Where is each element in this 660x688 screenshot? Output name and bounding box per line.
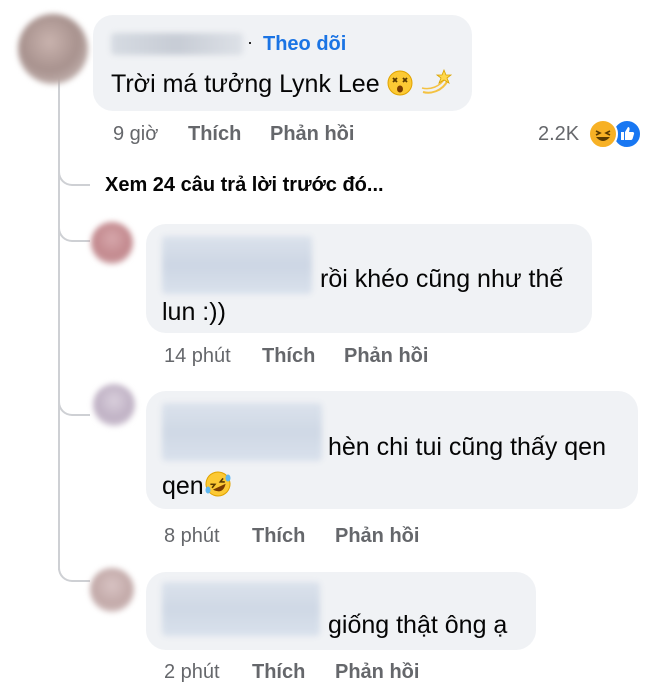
dizzy-star-emoji [420, 68, 452, 105]
avatar[interactable] [93, 384, 135, 426]
thread-line-main [58, 70, 60, 570]
like-button[interactable]: Thích [252, 525, 305, 548]
reply-text-line-1: hèn chi tui cũng thấy qen [328, 433, 606, 461]
author-name[interactable] [162, 582, 320, 636]
reply-time[interactable]: 2 phút [164, 661, 220, 684]
reply-text-line-2: lun :)) [162, 298, 226, 326]
reply-button[interactable]: Phản hồi [270, 123, 354, 146]
reaction-count[interactable]: 2.2K [538, 123, 579, 146]
reply-bubble: rồi khéo cũng như thế lun :)) [146, 224, 592, 333]
reply-time[interactable]: 8 phút [164, 525, 220, 548]
thread-connector-view-more [58, 158, 90, 186]
comment-bubble: · Theo dõi Trời má tưởng Lynk Lee [93, 15, 472, 111]
reply-text-line-2: qen [162, 469, 232, 507]
thread-connector-reply-2 [58, 388, 90, 416]
follow-button[interactable]: Theo dõi [263, 33, 346, 56]
reply-button[interactable]: Phản hồi [344, 345, 428, 368]
like-button[interactable]: Thích [252, 661, 305, 684]
reply-time[interactable]: 14 phút [164, 345, 231, 368]
reply-button[interactable]: Phản hồi [335, 661, 419, 684]
separator-dot: · [247, 32, 253, 52]
comment-time[interactable]: 9 giờ [113, 123, 158, 146]
reply-bubble: giống thật ông ạ [146, 572, 536, 650]
avatar[interactable] [18, 14, 88, 84]
reply-text-line-1: rồi khéo cũng như thế [320, 265, 564, 293]
author-name[interactable] [162, 403, 322, 461]
avatar[interactable] [91, 222, 133, 264]
reply-text: giống thật ông ạ [328, 611, 508, 639]
like-button[interactable]: Thích [188, 123, 241, 146]
thread-connector-reply-3 [58, 554, 90, 582]
reply-bubble: hèn chi tui cũng thấy qen qen [146, 391, 638, 509]
like-button[interactable]: Thích [262, 345, 315, 368]
author-name[interactable] [162, 236, 312, 294]
view-more-replies-link[interactable]: Xem 24 câu trả lời trước đó... [105, 174, 384, 197]
reply-button[interactable]: Phản hồi [335, 525, 419, 548]
avatar[interactable] [90, 568, 134, 612]
comment-text: Trời má tưởng Lynk Lee [111, 67, 452, 105]
author-name[interactable] [111, 33, 243, 55]
dizzy-face-emoji [387, 70, 413, 105]
thread-connector-reply-1 [58, 214, 90, 242]
haha-reaction-icon [588, 119, 618, 149]
rofl-emoji [204, 470, 232, 507]
